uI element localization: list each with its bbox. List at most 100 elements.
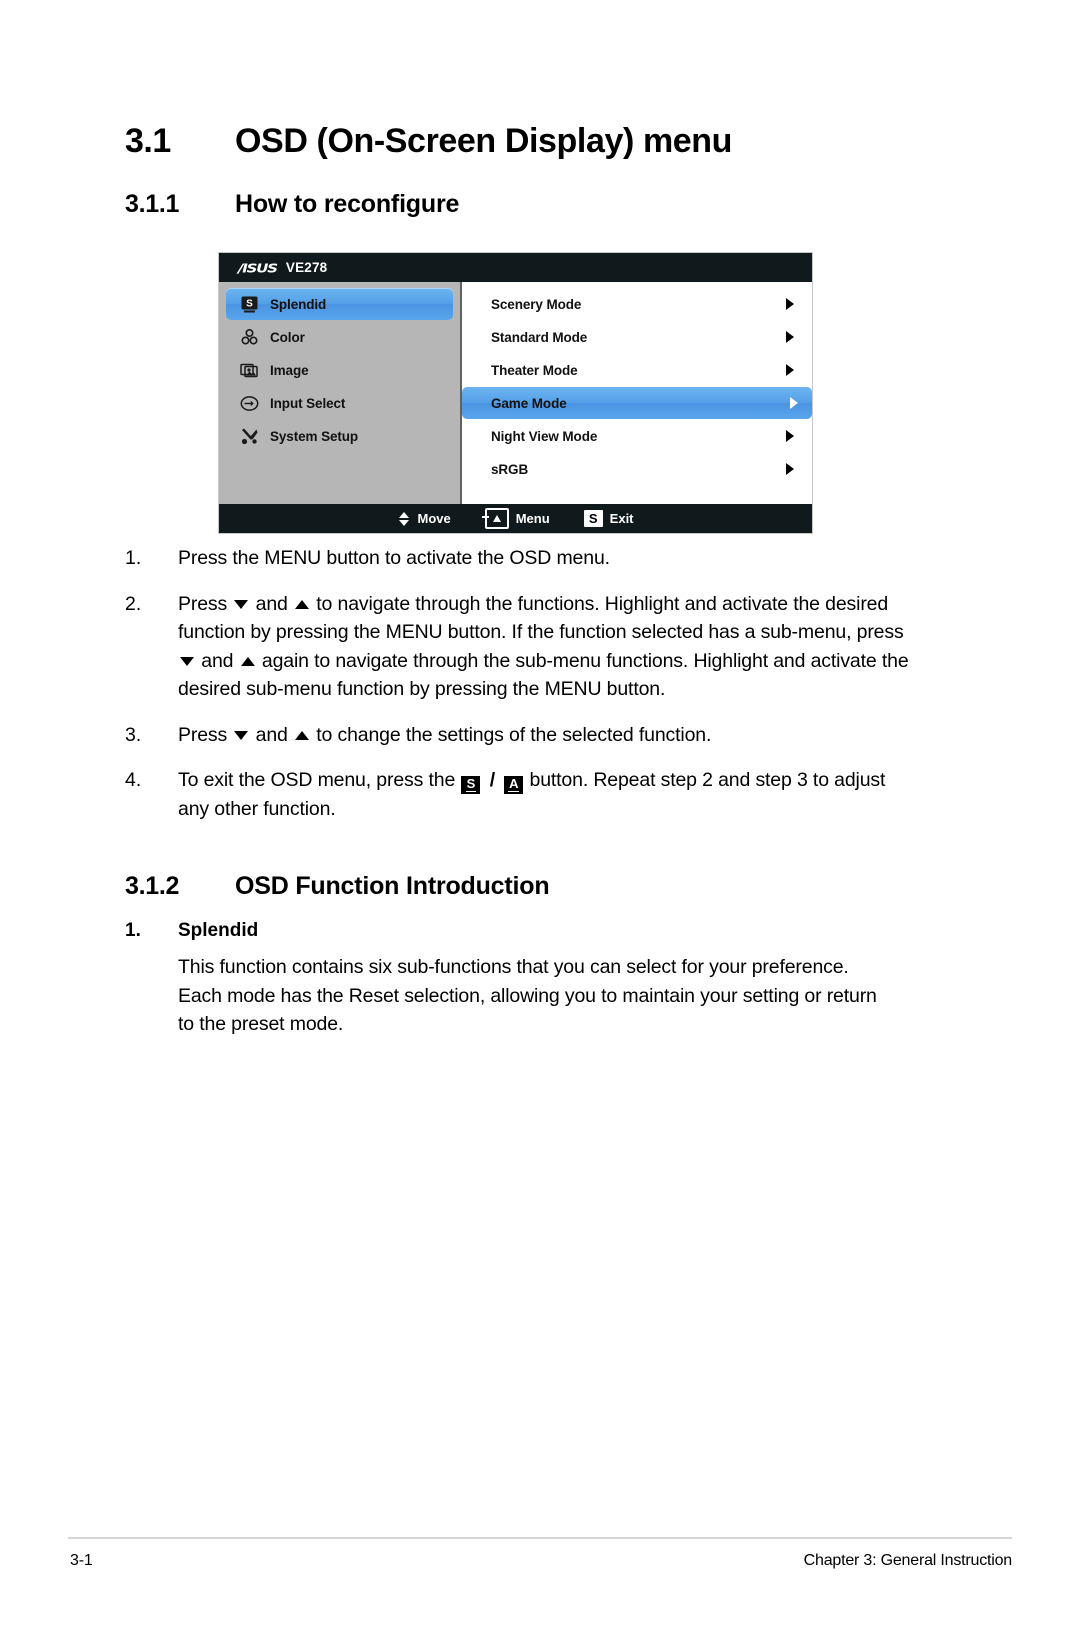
osd-menu-item-image[interactable]: Image bbox=[226, 354, 453, 386]
osd-submenu-item-srgb[interactable]: sRGB bbox=[466, 453, 808, 485]
chevron-right-icon bbox=[790, 397, 798, 409]
step-text-part: again to navigate through the sub-menu f… bbox=[178, 649, 909, 701]
triangle-up-icon bbox=[295, 599, 309, 609]
osd-submenu-label: Standard Mode bbox=[491, 329, 588, 345]
step-item: 2. Press and to navigate through the fun… bbox=[125, 590, 915, 704]
section-number: 3.1 bbox=[125, 122, 171, 160]
osd-footer-exit[interactable]: S Exit bbox=[583, 510, 634, 527]
splendid-title: Splendid bbox=[178, 920, 259, 941]
osd-submenu-label: Theater Mode bbox=[491, 362, 578, 378]
osd-body: S Splendid Color Image Input Select Syst… bbox=[219, 282, 812, 504]
step-text: To exit the OSD menu, press the S / A bu… bbox=[178, 766, 915, 823]
subsection-title: How to reconfigure bbox=[235, 190, 460, 218]
osd-menu-item-label: System Setup bbox=[270, 428, 359, 444]
step-text: Press and to navigate through the functi… bbox=[178, 590, 915, 704]
step-number: 4. bbox=[125, 769, 142, 791]
document-page: 3.1 OSD (On-Screen Display) menu 3.1.1 H… bbox=[0, 0, 1080, 1627]
chevron-right-icon bbox=[786, 364, 794, 376]
osd-menu-item-label: Color bbox=[270, 329, 305, 345]
splendid-paragraph: This function contains six sub-functions… bbox=[178, 956, 877, 1035]
svg-text:S: S bbox=[246, 298, 253, 309]
chevron-right-icon bbox=[786, 298, 794, 310]
triangle-up-icon bbox=[295, 730, 309, 740]
splendid-key-icon: S bbox=[461, 776, 481, 794]
osd-menu-item-splendid[interactable]: S Splendid bbox=[226, 288, 453, 320]
osd-submenu-item-theater-mode[interactable]: Theater Mode bbox=[466, 354, 808, 386]
osd-footer-label: Menu bbox=[515, 511, 550, 526]
step-text: Press the MENU button to activate the OS… bbox=[178, 544, 610, 573]
step-text-part: Press bbox=[178, 592, 233, 615]
page-number: 3-1 bbox=[70, 1552, 93, 1569]
section-heading: 3.1 OSD (On-Screen Display) menu bbox=[125, 122, 945, 161]
step-number: 2. bbox=[125, 592, 142, 615]
step-item: 1. Press the MENU button to activate the… bbox=[125, 544, 915, 573]
splendid-key-icon: S bbox=[583, 510, 603, 527]
separator-slash: / bbox=[484, 769, 501, 791]
step-item: 4. To exit the OSD menu, press the S / A… bbox=[125, 766, 915, 823]
chevron-right-icon bbox=[786, 331, 794, 343]
osd-menu-item-color[interactable]: Color bbox=[226, 321, 453, 353]
menu-key-icon bbox=[481, 508, 509, 529]
osd-footer-label: Exit bbox=[609, 511, 634, 526]
step-text-part: and bbox=[250, 592, 293, 615]
steps-list: 1. Press the MENU button to activate the… bbox=[125, 544, 915, 840]
up-down-arrow-icon bbox=[397, 511, 410, 526]
splendid-icon: S bbox=[240, 295, 259, 314]
osd-menu-item-label: Splendid bbox=[270, 296, 327, 312]
subsection-number: 3.1.1 bbox=[125, 190, 180, 218]
osd-titlebar: /ISUS VE278 bbox=[219, 253, 812, 282]
triangle-down-icon bbox=[234, 730, 249, 740]
section-title: OSD (On-Screen Display) menu bbox=[235, 122, 733, 160]
osd-submenu-label: sRGB bbox=[491, 461, 529, 477]
subsection-number: 3.1.2 bbox=[125, 872, 180, 900]
osd-menu-item-label: Image bbox=[270, 362, 309, 378]
splendid-number: 1. bbox=[125, 920, 141, 941]
osd-footer-move[interactable]: Move bbox=[397, 511, 451, 526]
osd-submenu-item-standard-mode[interactable]: Standard Mode bbox=[466, 321, 808, 353]
osd-submenu-label: Night View Mode bbox=[491, 428, 598, 444]
keycap-label: S bbox=[465, 776, 477, 792]
osd-submenu-label: Game Mode bbox=[491, 395, 567, 411]
osd-submenu-item-scenery-mode[interactable]: Scenery Mode bbox=[466, 288, 808, 320]
input-select-icon bbox=[240, 394, 259, 413]
system-setup-icon bbox=[240, 427, 259, 446]
step-number: 3. bbox=[125, 723, 142, 746]
osd-menu-item-system-setup[interactable]: System Setup bbox=[226, 420, 453, 452]
osd-submenu-label: Scenery Mode bbox=[491, 296, 582, 312]
osd-footer-label: Move bbox=[417, 511, 451, 526]
triangle-down-icon bbox=[180, 656, 194, 666]
osd-menu-item-label: Input Select bbox=[270, 395, 346, 411]
osd-menu-item-input-select[interactable]: Input Select bbox=[226, 387, 453, 419]
color-icon bbox=[240, 328, 259, 347]
osd-submenu-item-night-view-mode[interactable]: Night View Mode bbox=[466, 420, 808, 452]
step-text-part: to change the settings of the selected f… bbox=[311, 723, 712, 746]
step-text-part: and bbox=[250, 723, 293, 746]
subsection-heading-312: 3.1.2 OSD Function Introduction bbox=[125, 872, 945, 901]
triangle-down-icon bbox=[234, 599, 249, 609]
osd-footer-menu[interactable]: Menu bbox=[481, 508, 550, 529]
keycap-label: A bbox=[508, 776, 520, 792]
step-number: 1. bbox=[125, 547, 142, 569]
subsection-title: OSD Function Introduction bbox=[235, 872, 550, 900]
osd-submenu-panel: Scenery Mode Standard Mode Theater Mode … bbox=[462, 282, 812, 504]
osd-sidebar: S Splendid Color Image Input Select Syst… bbox=[219, 282, 462, 504]
step-text-part: and bbox=[196, 649, 239, 672]
osd-model-label: VE278 bbox=[285, 260, 328, 275]
chevron-right-icon bbox=[786, 463, 794, 475]
asus-logo-icon: /ISUS bbox=[238, 259, 278, 276]
splendid-heading: 1. Splendid bbox=[125, 920, 258, 942]
footer-divider bbox=[68, 1537, 1012, 1539]
step-text: Press and to change the settings of the … bbox=[178, 721, 711, 750]
step-text-part: Press bbox=[178, 723, 233, 746]
osd-submenu-item-game-mode[interactable]: Game Mode bbox=[462, 387, 812, 419]
osd-menu-figure: /ISUS VE278 S Splendid Color Image Input… bbox=[219, 253, 812, 533]
auto-key-icon: A bbox=[504, 776, 524, 794]
osd-footer-bar: Move Menu S Exit bbox=[219, 504, 812, 533]
step-text-part: To exit the OSD menu, press the bbox=[178, 769, 461, 791]
chapter-label: Chapter 3: General Instruction bbox=[803, 1552, 1013, 1569]
image-icon bbox=[240, 361, 259, 380]
chevron-right-icon bbox=[786, 430, 794, 442]
triangle-up-icon bbox=[240, 656, 255, 666]
step-text-part: Press the MENU button to activate the OS… bbox=[178, 547, 610, 569]
subsection-heading-311: 3.1.1 How to reconfigure bbox=[125, 190, 945, 219]
